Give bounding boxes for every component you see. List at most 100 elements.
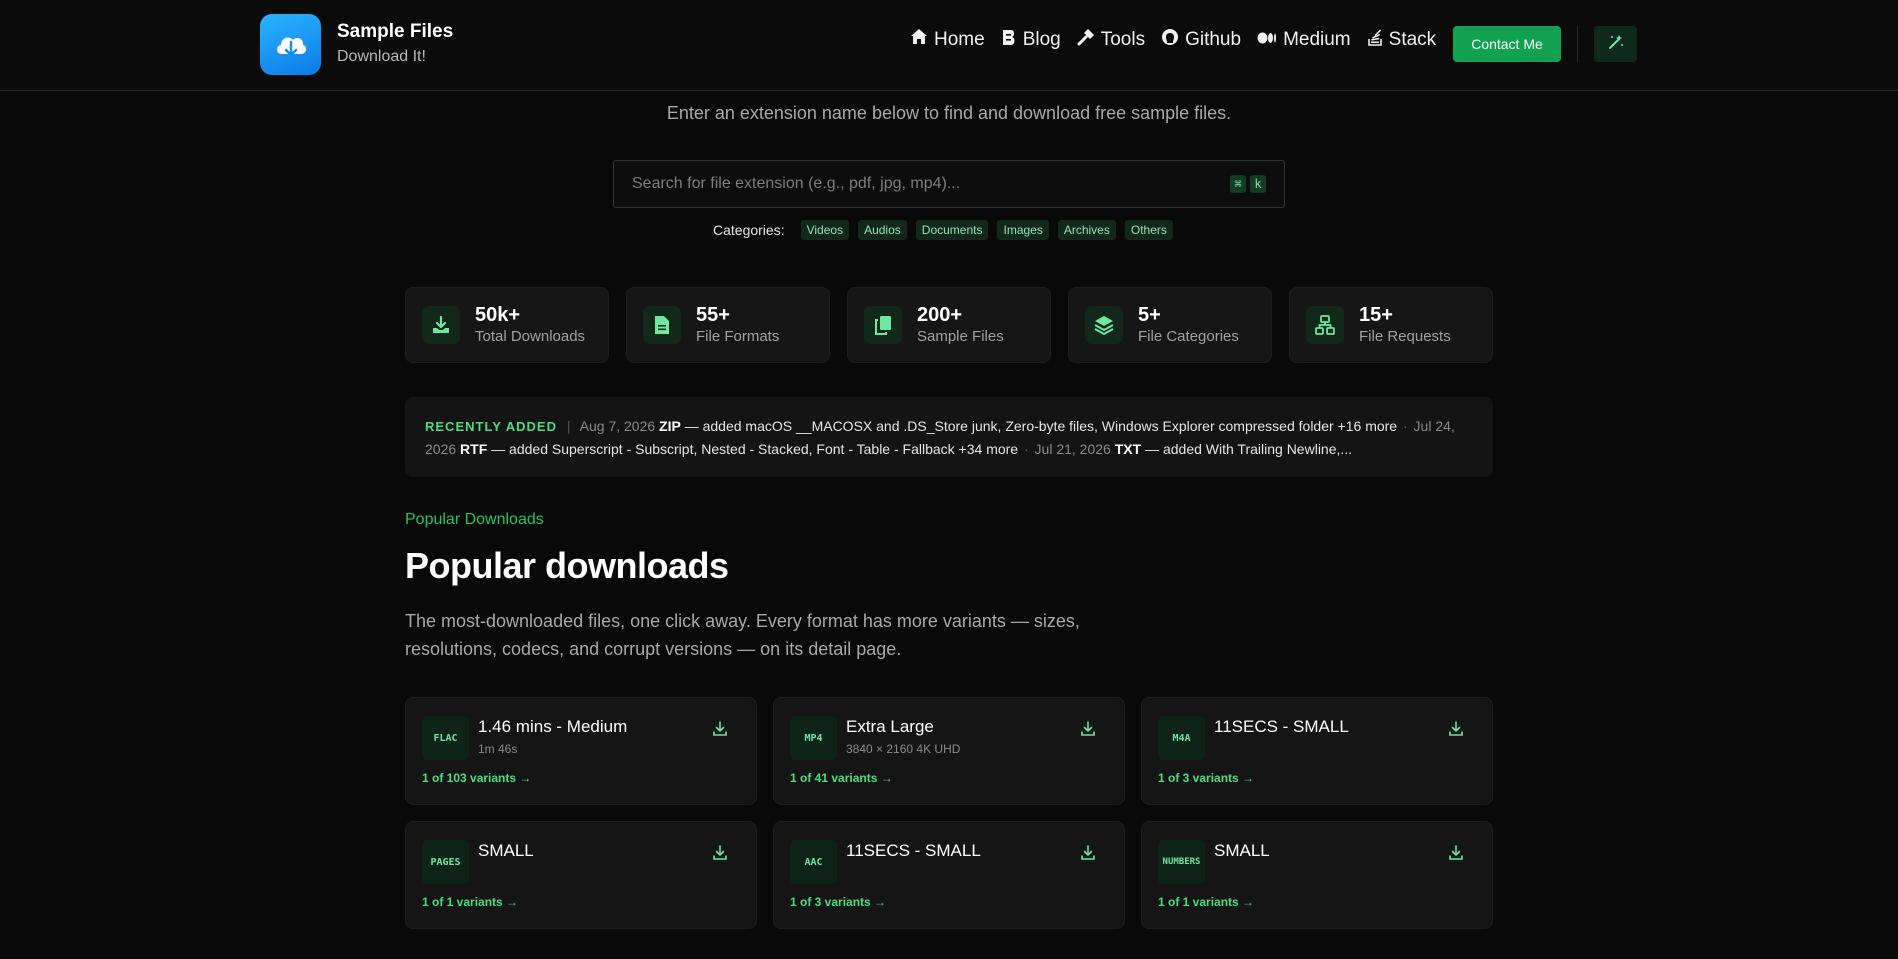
download-icon[interactable] (1448, 721, 1468, 741)
stat-label: Total Downloads (475, 328, 586, 345)
variants-link[interactable]: 1 of 3 variants → (790, 895, 886, 909)
nav-medium-label: Medium (1283, 29, 1351, 50)
search-box: ⌘ k (613, 160, 1285, 208)
category-filters: Categories: Videos Audios Documents Imag… (713, 220, 1182, 240)
stat-value: 50k+ (475, 304, 521, 326)
download-card[interactable]: M4A 11SECS - SMALL 1 of 3 variants → (1141, 697, 1493, 805)
recent-text: — added With Trailing Newline,... (1145, 441, 1353, 457)
category-images[interactable]: Images (997, 220, 1049, 240)
nav-github-label: Github (1185, 29, 1242, 50)
file-icon (643, 306, 681, 344)
nav-blog-label: Blog (1022, 29, 1061, 50)
stat-label: Sample Files (917, 328, 1004, 345)
github-icon (1161, 28, 1185, 52)
hammer-icon (1077, 28, 1101, 52)
file-type-badge: AAC (790, 840, 837, 884)
home-icon (910, 28, 934, 52)
variants-link[interactable]: 1 of 41 variants → (790, 771, 893, 785)
card-title: SMALL (478, 841, 534, 860)
variants-link[interactable]: 1 of 103 variants → (422, 771, 531, 785)
magic-wand-icon (1608, 34, 1624, 55)
card-subtitle: 1m 46s (478, 742, 518, 756)
download-card[interactable]: NUMBERS SMALL 1 of 1 variants → (1141, 821, 1493, 929)
theme-toggle-button[interactable] (1594, 26, 1637, 62)
download-icon[interactable] (1080, 721, 1100, 741)
stat-value: 200+ (917, 304, 963, 326)
stat-value: 55+ (696, 304, 730, 326)
section-description: The most-downloaded files, one click awa… (405, 611, 1080, 659)
recent-text: — added macOS __MACOSX and .DS_Store jun… (684, 418, 1398, 434)
categories-label: Categories: (713, 222, 785, 238)
stat-value: 15+ (1359, 304, 1393, 326)
card-title: 11SECS - SMALL (1214, 717, 1349, 736)
contact-me-button[interactable]: Contact Me (1453, 26, 1561, 62)
nav-tools-label: Tools (1100, 29, 1146, 50)
stats-row: 50k+ Total Downloads 55+ File Formats 20… (405, 287, 1510, 363)
variants-link[interactable]: 1 of 1 variants → (1158, 895, 1254, 909)
nav-medium[interactable]: Medium (1257, 29, 1351, 51)
recent-date: Aug 7, 2026 (579, 418, 656, 434)
stat-card: 200+ Sample Files (847, 287, 1051, 363)
nav-divider (1577, 26, 1578, 62)
card-title: SMALL (1214, 841, 1270, 860)
category-archives[interactable]: Archives (1057, 220, 1116, 240)
sitemap-icon (1306, 306, 1344, 344)
file-type-badge: NUMBERS (1158, 840, 1205, 884)
nav-home-label: Home (934, 29, 985, 50)
variants-link[interactable]: 1 of 1 variants → (422, 895, 518, 909)
download-icon[interactable] (1448, 845, 1468, 865)
category-others[interactable]: Others (1124, 220, 1173, 240)
recent-ext-link[interactable]: TXT (1115, 441, 1141, 457)
shortcut-key-k: k (1250, 175, 1266, 193)
recent-ext-link[interactable]: RTF (460, 441, 487, 457)
download-card[interactable]: PAGES SMALL 1 of 1 variants → (405, 821, 757, 929)
stat-card: 55+ File Formats (626, 287, 830, 363)
hero-subtitle: Enter an extension name below to find an… (666, 103, 1232, 123)
nav-stack-label: Stack (1388, 29, 1437, 50)
file-type-badge: MP4 (790, 716, 837, 760)
shortcut-key-cmd: ⌘ (1230, 175, 1246, 193)
layers-icon (1085, 306, 1123, 344)
recently-added-tag: RECENTLY ADDED (425, 419, 557, 434)
top-header: Sample Files Download It! Home Blog Tool… (0, 0, 1898, 91)
stat-label: File Requests (1359, 328, 1451, 345)
stat-label: File Categories (1138, 328, 1239, 345)
separator-dot: · (1402, 418, 1408, 434)
recent-ext-link[interactable]: ZIP (659, 418, 681, 434)
separator-dot: · (1023, 441, 1029, 457)
file-type-badge: FLAC (422, 716, 469, 760)
download-tray-icon (422, 306, 460, 344)
recent-date: Jul 21, 2026 (1034, 441, 1111, 457)
divider: | (566, 418, 571, 434)
card-title: Extra Large (846, 717, 934, 736)
nav-home[interactable]: Home (910, 28, 985, 52)
brand-subtitle: Download It! (337, 47, 426, 65)
card-subtitle: 3840 × 2160 4K UHD (846, 742, 961, 756)
category-videos[interactable]: Videos (800, 220, 850, 240)
copy-files-icon (864, 306, 902, 344)
recently-added-banner: RECENTLY ADDED | Aug 7, 2026 ZIP — added… (405, 397, 1493, 477)
download-card[interactable]: FLAC 1.46 mins - Medium 1m 46s 1 of 103 … (405, 697, 757, 805)
download-card[interactable]: MP4 Extra Large 3840 × 2160 4K UHD 1 of … (773, 697, 1125, 805)
nav-stack[interactable]: Stack (1367, 28, 1437, 52)
category-documents[interactable]: Documents (915, 220, 989, 240)
download-icon[interactable] (1080, 845, 1100, 865)
stat-card: 5+ File Categories (1068, 287, 1272, 363)
nav-tools[interactable]: Tools (1077, 28, 1145, 52)
category-audios[interactable]: Audios (858, 220, 907, 240)
variants-link[interactable]: 1 of 3 variants → (1158, 771, 1254, 785)
stack-icon (1367, 28, 1389, 52)
brand[interactable]: Sample Files Download It! (260, 14, 453, 75)
cloud-download-icon (260, 14, 321, 75)
brand-title: Sample Files (337, 20, 454, 42)
file-type-badge: M4A (1158, 716, 1205, 760)
search-input[interactable] (632, 175, 1226, 193)
nav-github[interactable]: Github (1161, 28, 1241, 52)
nav-blog[interactable]: Blog (1001, 29, 1061, 52)
download-card[interactable]: AAC 11SECS - SMALL 1 of 3 variants → (773, 821, 1125, 929)
recent-text: — added Superscript - Subscript, Nested … (491, 441, 1019, 457)
download-icon[interactable] (712, 721, 732, 741)
stat-card: 15+ File Requests (1289, 287, 1493, 363)
download-icon[interactable] (712, 845, 732, 865)
stat-card: 50k+ Total Downloads (405, 287, 609, 363)
